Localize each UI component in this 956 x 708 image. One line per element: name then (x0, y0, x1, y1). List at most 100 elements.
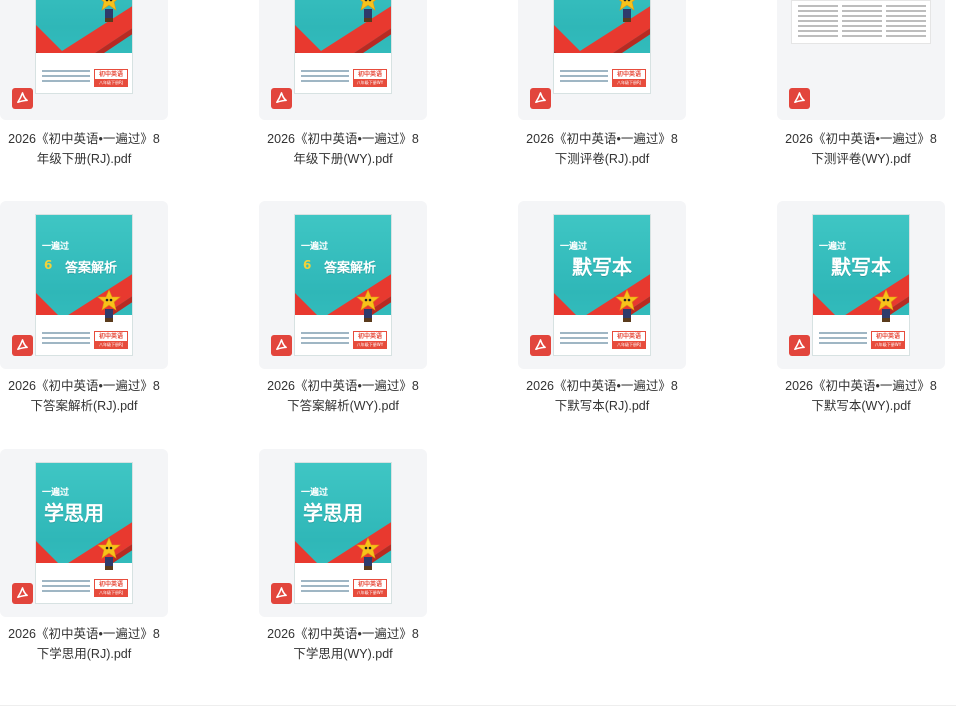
cover-badge: 6 (44, 258, 53, 272)
divider (0, 705, 956, 706)
file-thumbnail[interactable]: 一遍过 答案解析 6 初中英语 八年级下册RJ (0, 201, 168, 369)
subject-label-box: 初中英语 八年级下册WY (871, 331, 905, 349)
star-mascot-icon (615, 289, 639, 322)
cover-footer-lines (819, 332, 867, 347)
subject-label-box: 初中英语 八年级下册RJ (612, 69, 646, 87)
subject-label: 初中英语 (616, 333, 641, 340)
file-name-line-1: 2026《初中英语•一遍过》8 (8, 132, 160, 146)
subject-label: 初中英语 (616, 71, 641, 78)
file-thumbnail[interactable]: 一遍过学完1课，练透1课！1课1练一遍过初中英语八年级下册RJ (0, 0, 168, 120)
file-name-line-2: 下学思用(RJ).pdf (36, 647, 132, 661)
file-name-line-1: 2026《初中英语•一遍过》8 (267, 627, 419, 641)
book-cover: 一遍过学完1课，练透1课！1课1练一遍过初中英语八年级下册WY (294, 0, 392, 94)
file-thumbnail[interactable]: 一遍过 学思用 初中英语 八年级下册WY (259, 449, 427, 617)
file-name-line-1: 2026《初中英语•一遍过》8 (785, 379, 937, 393)
file-name[interactable]: 2026《初中英语•一遍过》8 下答案解析(WY).pdf (259, 376, 427, 416)
file-name[interactable]: 2026《初中英语•一遍过》8 年级下册(RJ).pdf (0, 129, 168, 169)
subject-label: 初中英语 (357, 581, 382, 588)
star-mascot-icon (101, 0, 117, 22)
grade-label: 八年级下册WY (872, 341, 904, 348)
star-mascot-icon (97, 537, 121, 570)
file-name-line-2: 下测评卷(WY).pdf (811, 152, 911, 166)
cover-footer-lines (42, 580, 90, 595)
file-name[interactable]: 2026《初中英语•一遍过》8 下测评卷(WY).pdf (777, 129, 945, 169)
file-name-line-2: 下默写本(WY).pdf (811, 399, 911, 413)
paper-text-column (886, 5, 926, 40)
paper-text-column (842, 5, 882, 40)
subject-label-box: 初中英语 八年级下册RJ (94, 579, 128, 597)
star-mascot-icon (97, 289, 121, 322)
star-mascot-icon (619, 0, 635, 22)
file-grid: 一遍过学完1课，练透1课！1课1练一遍过初中英语八年级下册RJ 2026《初中英语… (0, 0, 956, 708)
file-name[interactable]: 2026《初中英语•一遍过》8 下学思用(RJ).pdf (0, 624, 168, 664)
subject-label-box: 初中英语 八年级下册WY (353, 331, 387, 349)
grade-label: 八年级下册RJ (613, 79, 645, 86)
subject-label: 初中英语 (98, 71, 123, 78)
file-thumbnail[interactable]: 一遍过 默写本 初中英语 八年级下册RJ (518, 201, 686, 369)
pdf-icon (271, 88, 292, 109)
grade-label: 八年级下册WY (354, 79, 386, 86)
file-name-line-1: 2026《初中英语•一遍过》8 (267, 379, 419, 393)
book-cover: 一遍过 答案解析 6 初中英语 八年级下册WY (294, 214, 392, 356)
cover-title: 学思用 (303, 501, 363, 525)
pdf-icon (789, 88, 810, 109)
cover-footer-lines (42, 332, 90, 347)
cover-title: 学思用 (44, 501, 104, 525)
subject-label-box: 初中英语 八年级下册RJ (94, 69, 128, 87)
book-cover: 一遍过 默写本 初中英语 八年级下册RJ (553, 214, 651, 356)
star-mascot-icon (874, 289, 898, 322)
file-name[interactable]: 2026《初中英语•一遍过》8 下答案解析(RJ).pdf (0, 376, 168, 416)
subject-label: 初中英语 (98, 581, 123, 588)
pdf-icon (530, 88, 551, 109)
subject-label: 初中英语 (875, 333, 900, 340)
file-name-line-2: 下答案解析(RJ).pdf (30, 399, 138, 413)
file-name[interactable]: 2026《初中英语•一遍过》8 下测评卷(RJ).pdf (518, 129, 686, 169)
grade-label: 八年级下册RJ (95, 341, 127, 348)
subject-label: 初中英语 (357, 71, 382, 78)
file-thumbnail[interactable] (777, 0, 945, 120)
subject-label-box: 初中英语 八年级下册RJ (94, 331, 128, 349)
file-name-line-2: 年级下册(RJ).pdf (36, 152, 132, 166)
pdf-icon (271, 583, 292, 604)
grade-label: 八年级下册WY (354, 589, 386, 596)
pdf-icon (12, 335, 33, 356)
paper-text-column (798, 5, 838, 40)
book-cover: 一遍过学完1课，练透1课！1课1练一遍过初中英语八年级下册RJ (35, 0, 133, 94)
file-thumbnail[interactable]: 一遍过学完1课，练透1课！1课1练一遍过初中英语八年级下册WY (259, 0, 427, 120)
grade-label: 八年级下册WY (354, 341, 386, 348)
file-name[interactable]: 2026《初中英语•一遍过》8 下默写本(WY).pdf (777, 376, 945, 416)
book-cover: 一遍过 答案解析 6 初中英语 八年级下册RJ (35, 214, 133, 356)
book-cover: 一遍过 默写本 初中英语 八年级下册WY (812, 214, 910, 356)
file-name-line-1: 2026《初中英语•一遍过》8 (526, 379, 678, 393)
subject-label-box: 初中英语 八年级下册WY (353, 69, 387, 87)
file-name[interactable]: 2026《初中英语•一遍过》8 下默写本(RJ).pdf (518, 376, 686, 416)
grade-label: 八年级下册RJ (95, 589, 127, 596)
book-cover: 一遍过 学思用 初中英语 八年级下册WY (294, 462, 392, 604)
file-name-line-2: 下测评卷(RJ).pdf (554, 152, 650, 166)
cover-badge: 6 (303, 258, 312, 272)
cover-series-title: 一遍过 (42, 242, 70, 252)
star-mascot-icon (360, 0, 376, 22)
cover-footer-lines (301, 332, 349, 347)
file-thumbnail[interactable]: 一遍过 默写本 初中英语 八年级下册WY (777, 201, 945, 369)
grade-label: 八年级下册RJ (613, 341, 645, 348)
pdf-icon (530, 335, 551, 356)
file-thumbnail[interactable]: 一遍过 答案解析 6 初中英语 八年级下册WY (259, 201, 427, 369)
pdf-icon (271, 335, 292, 356)
cover-series-title: 一遍过 (301, 242, 329, 252)
cover-footer: 初中英语 八年级下册RJ (554, 53, 650, 93)
file-thumbnail[interactable]: 单元测评卷初中英语八年级下册RJ (518, 0, 686, 120)
book-cover: 一遍过 学思用 初中英语 八年级下册RJ (35, 462, 133, 604)
grade-label: 八年级下册RJ (95, 79, 127, 86)
pdf-icon (12, 88, 33, 109)
cover-footer-lines (42, 70, 90, 85)
pdf-icon (789, 335, 810, 356)
file-name-line-1: 2026《初中英语•一遍过》8 (8, 627, 160, 641)
pdf-icon (12, 583, 33, 604)
file-name[interactable]: 2026《初中英语•一遍过》8 下学思用(WY).pdf (259, 624, 427, 664)
file-thumbnail[interactable]: 一遍过 学思用 初中英语 八年级下册RJ (0, 449, 168, 617)
file-name-line-2: 下默写本(RJ).pdf (554, 399, 650, 413)
subject-label: 初中英语 (98, 333, 123, 340)
file-name[interactable]: 2026《初中英语•一遍过》8 年级下册(WY).pdf (259, 129, 427, 169)
file-name-line-2: 下答案解析(WY).pdf (287, 399, 399, 413)
